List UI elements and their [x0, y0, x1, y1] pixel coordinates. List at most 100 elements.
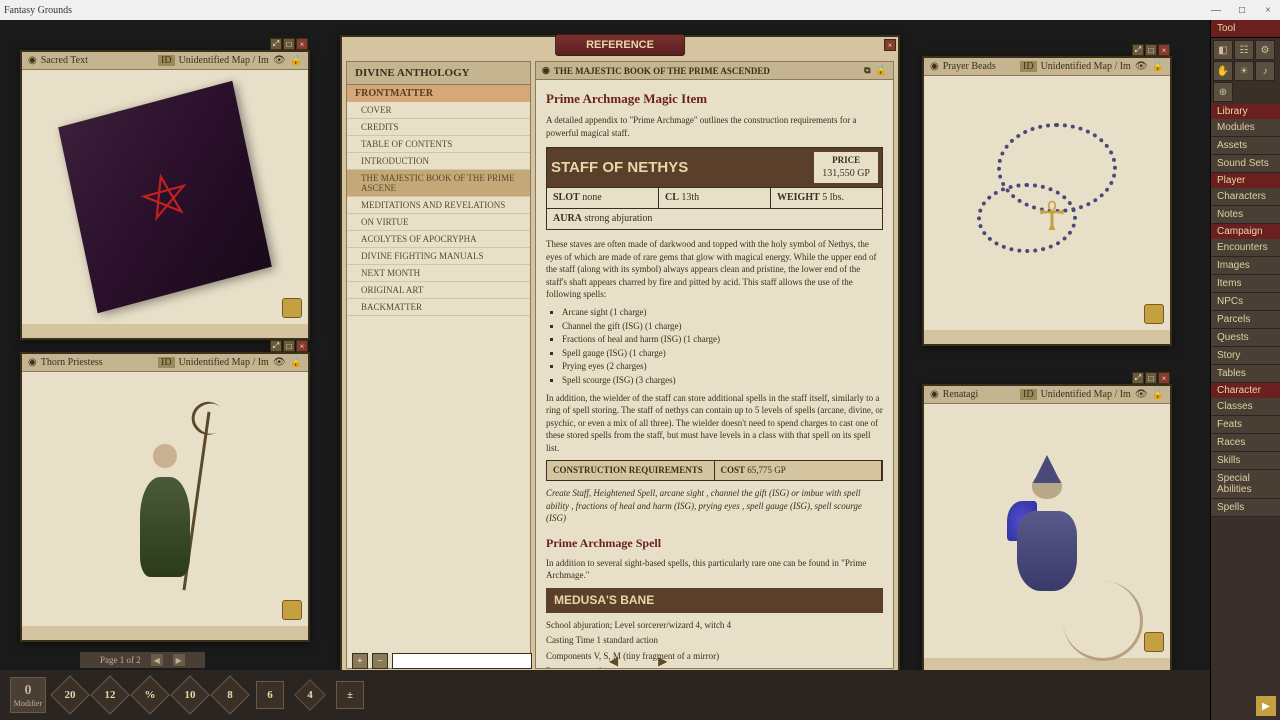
toc-art[interactable]: ORIGINAL ART [347, 282, 530, 299]
expand-button[interactable]: ⤢ [1132, 44, 1144, 56]
page-next[interactable]: ▶ [173, 654, 185, 666]
die-d10[interactable]: 10 [174, 679, 206, 711]
hand-icon[interactable]: ✋ [1213, 61, 1233, 81]
sidebar-item-special[interactable]: Special Abilities [1211, 470, 1280, 499]
options-icon[interactable]: ⚙ [1255, 40, 1275, 60]
link-icon[interactable]: ◉ [930, 61, 939, 72]
die-d100[interactable]: % [134, 679, 166, 711]
sidebar-item-classes[interactable]: Classes [1211, 398, 1280, 416]
sidebar-item-assets[interactable]: Assets [1211, 137, 1280, 155]
window-prayer-beads: ⤢ □ × ◉Prayer Beads IDUnidentified Map /… [922, 56, 1172, 346]
lock-icon[interactable]: 🔒 [1152, 389, 1164, 400]
next-page-button[interactable]: ▶ [658, 654, 667, 669]
toc-meditations[interactable]: MEDITATIONS AND REVELATIONS [347, 197, 530, 214]
die-d4[interactable]: 4 [294, 679, 326, 711]
prev-page-button[interactable]: ◀ [609, 654, 618, 669]
toc-majestic[interactable]: THE MAJESTIC BOOK OF THE PRIME ASCENE [347, 170, 530, 197]
sidebar-item-encounters[interactable]: Encounters [1211, 239, 1280, 257]
link-icon[interactable]: ◉ [28, 55, 37, 66]
die-fudge[interactable]: ± [334, 679, 366, 711]
popout-icon[interactable]: ⧉ [864, 65, 870, 76]
globe-icon[interactable]: ⊕ [1213, 82, 1233, 102]
close-button[interactable]: × [1260, 5, 1276, 16]
toc-frontmatter[interactable]: FRONTMATTER [347, 85, 530, 102]
toc-acolytes[interactable]: ACOLYTES OF APOCRYPHA [347, 231, 530, 248]
color-icon[interactable]: ◧ [1213, 40, 1233, 60]
zoom-out-button[interactable]: − [372, 653, 388, 669]
close-button[interactable]: × [1158, 372, 1170, 384]
minimize-button[interactable]: □ [1145, 372, 1157, 384]
sidebar-item-images[interactable]: Images [1211, 257, 1280, 275]
toc-introduction[interactable]: INTRODUCTION [347, 153, 530, 170]
image-viewport[interactable]: ⛤ [22, 70, 308, 324]
view-icon[interactable]: 👁 [273, 55, 286, 66]
modifier-box[interactable]: 0 Modifier [10, 677, 46, 713]
intro-text: A detailed appendix to "Prime Archmage" … [546, 114, 883, 139]
share-icon[interactable] [1144, 632, 1164, 652]
image-viewport[interactable]: ☥ [924, 76, 1170, 330]
minimize-button[interactable]: □ [1145, 44, 1157, 56]
die-d20[interactable]: 20 [54, 679, 86, 711]
toc-manuals[interactable]: DIVINE FIGHTING MANUALS [347, 248, 530, 265]
link-icon[interactable]: ◉ [542, 65, 550, 76]
zoom-in-button[interactable]: + [352, 653, 368, 669]
die-d12[interactable]: 12 [94, 679, 126, 711]
close-button[interactable]: × [296, 340, 308, 352]
play-button[interactable]: ▶ [1256, 696, 1276, 716]
page-prev[interactable]: ◀ [151, 654, 163, 666]
toc-backmatter[interactable]: BACKMATTER [347, 299, 530, 316]
link-icon[interactable]: ◉ [930, 389, 939, 400]
minimize-button[interactable]: □ [283, 38, 295, 50]
link-icon[interactable]: ◉ [28, 357, 37, 368]
sidebar-item-notes[interactable]: Notes [1211, 206, 1280, 224]
library-header: Library [1211, 104, 1280, 119]
toc-cover[interactable]: COVER [347, 102, 530, 119]
toc-virtue[interactable]: ON VIRTUE [347, 214, 530, 231]
sidebar-item-tables[interactable]: Tables [1211, 365, 1280, 383]
view-icon[interactable]: 👁 [1135, 61, 1148, 72]
light-icon[interactable]: ☀ [1234, 61, 1254, 81]
sidebar-item-feats[interactable]: Feats [1211, 416, 1280, 434]
maximize-button[interactable]: □ [1234, 5, 1250, 16]
sidebar-item-soundsets[interactable]: Sound Sets [1211, 155, 1280, 173]
image-viewport[interactable] [924, 404, 1170, 658]
sidebar-item-characters[interactable]: Characters [1211, 188, 1280, 206]
music-icon[interactable]: ♪ [1255, 61, 1275, 81]
sidebar-item-items[interactable]: Items [1211, 275, 1280, 293]
sidebar-item-quests[interactable]: Quests [1211, 329, 1280, 347]
toc-credits[interactable]: CREDITS [347, 119, 530, 136]
sidebar-item-modules[interactable]: Modules [1211, 119, 1280, 137]
die-d8[interactable]: 8 [214, 679, 246, 711]
image-viewport[interactable] [22, 372, 308, 626]
expand-button[interactable]: ⤢ [270, 340, 282, 352]
search-input[interactable] [392, 653, 532, 669]
sidebar-item-spells[interactable]: Spells [1211, 499, 1280, 517]
lock-icon[interactable]: 🔒 [290, 357, 302, 368]
lock-icon[interactable]: 🔒 [875, 65, 887, 76]
toc-nextmonth[interactable]: NEXT MONTH [347, 265, 530, 282]
view-icon[interactable]: 👁 [273, 357, 286, 368]
sidebar-item-races[interactable]: Races [1211, 434, 1280, 452]
toc-contents[interactable]: TABLE OF CONTENTS [347, 136, 530, 153]
sidebar-item-story[interactable]: Story [1211, 347, 1280, 365]
close-button[interactable]: × [884, 39, 896, 51]
expand-button[interactable]: ⤢ [270, 38, 282, 50]
expand-button[interactable]: ⤢ [1132, 372, 1144, 384]
close-button[interactable]: × [1158, 44, 1170, 56]
lock-icon[interactable]: 🔒 [1152, 61, 1164, 72]
lock-icon[interactable]: 🔒 [290, 55, 302, 66]
close-button[interactable]: × [296, 38, 308, 50]
share-icon[interactable] [282, 600, 302, 620]
sidebar-item-skills[interactable]: Skills [1211, 452, 1280, 470]
app-titlebar: Fantasy Grounds — □ × [0, 0, 1280, 20]
share-icon[interactable] [282, 298, 302, 318]
minimize-button[interactable]: — [1208, 5, 1224, 16]
sidebar-item-parcels[interactable]: Parcels [1211, 311, 1280, 329]
calendar-icon[interactable]: ☷ [1234, 40, 1254, 60]
die-d6[interactable]: 6 [254, 679, 286, 711]
sidebar-item-npcs[interactable]: NPCs [1211, 293, 1280, 311]
window-subtitle: Unidentified Map / Im [1041, 389, 1131, 400]
view-icon[interactable]: 👁 [1135, 389, 1148, 400]
share-icon[interactable] [1144, 304, 1164, 324]
minimize-button[interactable]: □ [283, 340, 295, 352]
